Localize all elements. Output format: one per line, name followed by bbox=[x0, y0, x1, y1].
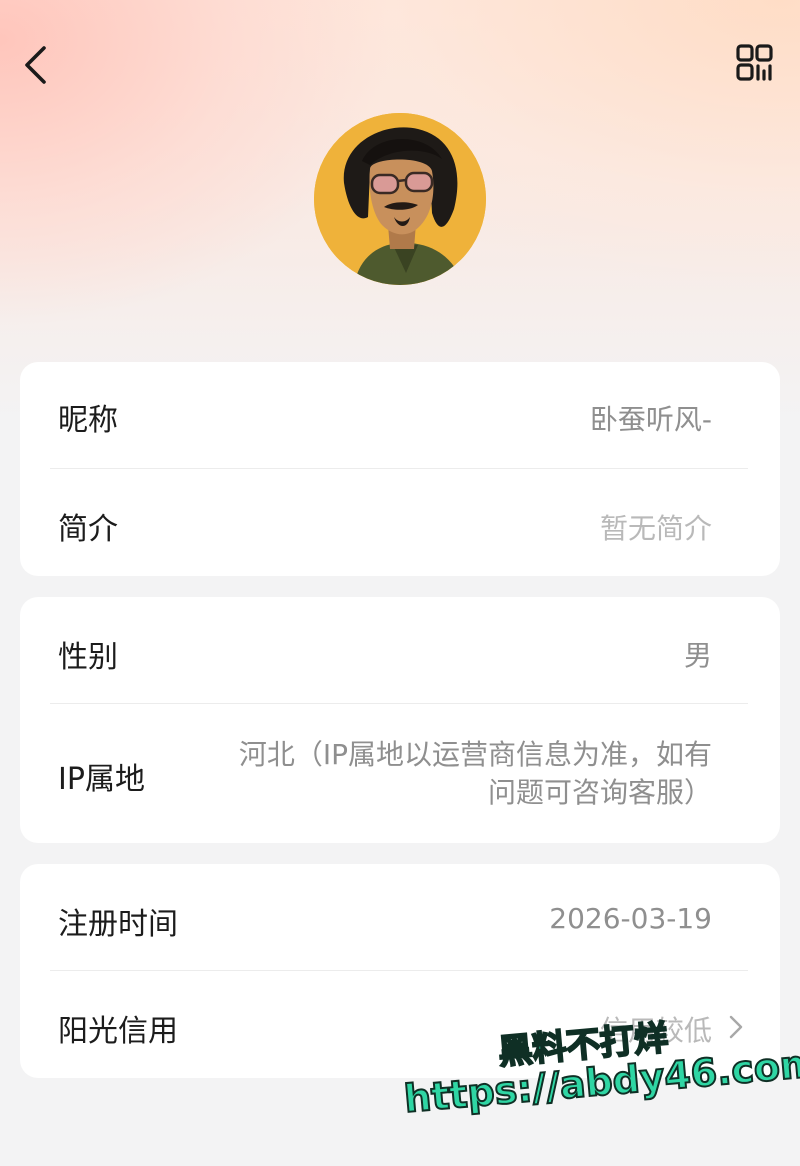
ip-location-value: 河北（IP属地以运营商信息为准，如有 问题可咨询客服） bbox=[172, 736, 712, 812]
register-time-value: 2026-03-19 bbox=[549, 902, 712, 935]
chevron-left-icon bbox=[25, 46, 46, 84]
bio-value: 暂无简介 bbox=[599, 512, 712, 545]
nickname-value: 卧蚕听风- bbox=[589, 403, 712, 436]
user-avatar[interactable] bbox=[314, 113, 486, 285]
register-time-label: 注册时间 bbox=[58, 907, 178, 942]
nickname-row[interactable]: 昵称 卧蚕听风- bbox=[20, 362, 780, 469]
nickname-label: 昵称 bbox=[58, 403, 118, 438]
credit-label: 阳光信用 bbox=[58, 1014, 178, 1049]
qr-code-button[interactable] bbox=[730, 42, 778, 90]
gender-label: 性别 bbox=[58, 640, 118, 675]
personal-info-card: 性别 男 IP属地 河北（IP属地以运营商信息为准，如有 问题可咨询客服） bbox=[20, 597, 780, 843]
ip-location-row: IP属地 河北（IP属地以运营商信息为准，如有 问题可咨询客服） bbox=[20, 704, 780, 843]
basic-info-card: 昵称 卧蚕听风- 简介 暂无简介 bbox=[20, 362, 780, 576]
back-button[interactable] bbox=[18, 40, 62, 90]
ip-location-value-line2: 问题可咨询客服） bbox=[487, 776, 712, 809]
register-time-row: 注册时间 2026-03-19 bbox=[20, 864, 780, 971]
bio-label: 简介 bbox=[58, 512, 118, 547]
qr-code-icon bbox=[736, 44, 773, 81]
ip-location-label: IP属地 bbox=[58, 762, 145, 797]
avatar-portrait-image bbox=[314, 113, 486, 285]
gender-value: 男 bbox=[683, 639, 712, 672]
gender-row[interactable]: 性别 男 bbox=[20, 597, 780, 703]
bio-row[interactable]: 简介 暂无简介 bbox=[20, 469, 780, 576]
ip-location-value-line1: 河北（IP属地以运营商信息为准，如有 bbox=[238, 738, 712, 771]
